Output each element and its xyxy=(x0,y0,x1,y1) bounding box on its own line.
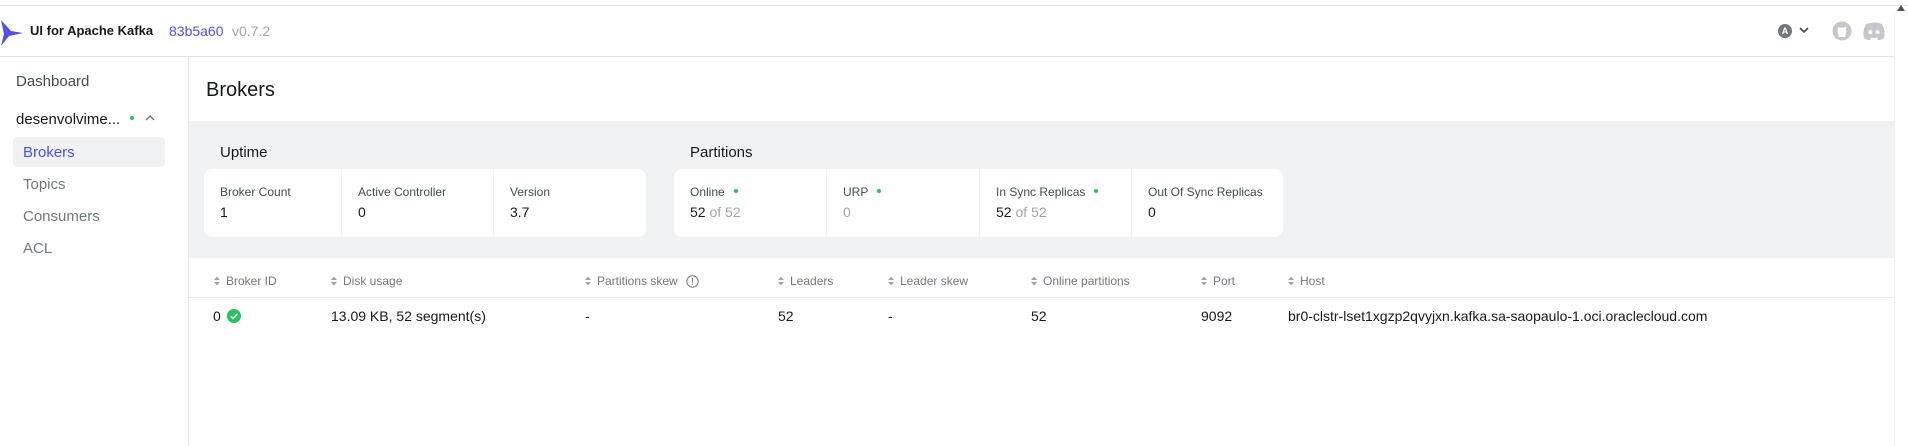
stat-card-out-of-sync-replicas: Out Of Sync Replicas 0 xyxy=(1132,169,1283,237)
sidebar-item-label: Topics xyxy=(23,176,66,193)
stats-panel: Uptime Broker Count 1 Active Controller … xyxy=(189,121,1894,258)
page-title: Brokers xyxy=(206,79,275,101)
sort-icon[interactable] xyxy=(1030,275,1038,287)
column-header-online-partitions[interactable]: Online partitions xyxy=(1030,274,1130,288)
cell-leaders: 52 xyxy=(778,308,794,324)
stat-value: 52 of 52 xyxy=(996,204,1047,220)
column-header-leaders[interactable]: Leaders xyxy=(777,274,833,288)
stat-card-broker-count: Broker Count 1 xyxy=(204,169,341,237)
sidebar-item-label: Brokers xyxy=(23,144,75,161)
sidebar-item-topics[interactable]: Topics xyxy=(13,169,165,199)
cell-broker-id[interactable]: 0 xyxy=(213,308,241,324)
user-avatar[interactable]: A xyxy=(1778,24,1792,38)
commit-link[interactable]: 83b5a60 xyxy=(169,23,224,39)
stat-value: 0 xyxy=(358,204,366,220)
column-header-broker-id[interactable]: Broker ID xyxy=(213,274,277,288)
stat-card-in-sync-replicas: In Sync Replicas 52 of 52 xyxy=(980,169,1131,237)
sidebar-item-dashboard[interactable]: Dashboard xyxy=(16,73,89,90)
stat-value: 0 xyxy=(1148,204,1156,220)
kafka-logo-icon[interactable] xyxy=(0,19,24,47)
column-header-port[interactable]: Port xyxy=(1200,274,1235,288)
stat-card-online: Online 52 of 52 xyxy=(674,169,826,237)
uptime-title: Uptime xyxy=(220,144,268,161)
stat-label: In Sync Replicas xyxy=(996,185,1099,199)
stat-label: URP xyxy=(843,185,882,199)
sort-icon[interactable] xyxy=(330,275,338,287)
sidebar-item-acl[interactable]: ACL xyxy=(13,233,165,263)
sidebar-cluster[interactable]: desenvolvime... xyxy=(8,103,164,133)
sort-icon[interactable] xyxy=(1200,275,1208,287)
stat-value: 3.7 xyxy=(510,204,530,220)
scroll-up-icon[interactable] xyxy=(1896,3,1906,13)
app-title[interactable]: UI for Apache Kafka xyxy=(30,23,153,38)
cell-partitions-skew: - xyxy=(585,308,590,324)
status-dot xyxy=(877,188,882,193)
discord-icon[interactable] xyxy=(1862,21,1886,41)
scrollbar[interactable] xyxy=(1894,14,1908,446)
column-header-partitions-skew[interactable]: Partitions skew xyxy=(584,274,699,288)
cell-port: 9092 xyxy=(1201,308,1233,324)
sort-icon[interactable] xyxy=(213,275,221,287)
partitions-title: Partitions xyxy=(690,144,753,161)
column-header-leader-skew[interactable]: Leader skew xyxy=(887,274,968,288)
stat-label: Online xyxy=(690,185,738,199)
column-header-host[interactable]: Host xyxy=(1287,274,1325,288)
top-header: UI for Apache Kafka 83b5a60 v0.7.2 A xyxy=(0,6,1894,57)
github-icon[interactable] xyxy=(1832,21,1852,41)
table-row[interactable]: 0 13.09 KB, 52 segment(s) - 52 - 52 9092… xyxy=(189,298,1894,338)
cell-disk-usage: 13.09 KB, 52 segment(s) xyxy=(331,308,486,324)
status-dot xyxy=(733,188,738,193)
chevron-up-icon[interactable] xyxy=(144,112,156,124)
info-icon[interactable] xyxy=(686,275,699,288)
sidebar: Dashboard desenvolvime... Brokers Topics… xyxy=(0,57,189,446)
stat-value: 0 xyxy=(843,204,851,220)
sidebar-item-label: Consumers xyxy=(23,208,100,225)
sort-icon[interactable] xyxy=(777,275,785,287)
stat-label: Out Of Sync Replicas xyxy=(1148,185,1263,199)
column-header-disk-usage[interactable]: Disk usage xyxy=(330,274,402,288)
sidebar-item-brokers[interactable]: Brokers xyxy=(13,137,165,167)
stat-label: Version xyxy=(510,185,551,199)
stat-label: Active Controller xyxy=(358,185,447,199)
sort-icon[interactable] xyxy=(1287,275,1295,287)
sort-icon[interactable] xyxy=(584,275,592,287)
stat-value: 52 of 52 xyxy=(690,204,741,220)
sidebar-item-label: ACL xyxy=(23,240,53,257)
cell-online-partitions: 52 xyxy=(1031,308,1047,324)
sort-icon[interactable] xyxy=(887,275,895,287)
cell-host: br0-clstr-lset1xgzp2qvyjxn.kafka.sa-saop… xyxy=(1288,308,1708,324)
cluster-status-dot xyxy=(130,116,134,120)
check-circle-icon xyxy=(226,309,241,323)
stat-label: Broker Count xyxy=(220,185,291,199)
cluster-name: desenvolvime... xyxy=(16,111,121,128)
stat-card-version: Version 3.7 xyxy=(494,169,646,237)
version-label: v0.7.2 xyxy=(232,23,271,39)
cell-leader-skew: - xyxy=(888,308,893,324)
stat-card-urp: URP 0 xyxy=(827,169,979,237)
chevron-down-icon[interactable] xyxy=(1798,24,1810,36)
stat-card-active-controller: Active Controller 0 xyxy=(342,169,493,237)
stat-value: 1 xyxy=(220,204,228,220)
table-header: Broker ID Disk usage Partitions skew Lea… xyxy=(189,266,1894,298)
sidebar-item-consumers[interactable]: Consumers xyxy=(13,201,165,231)
status-dot xyxy=(1094,188,1099,193)
